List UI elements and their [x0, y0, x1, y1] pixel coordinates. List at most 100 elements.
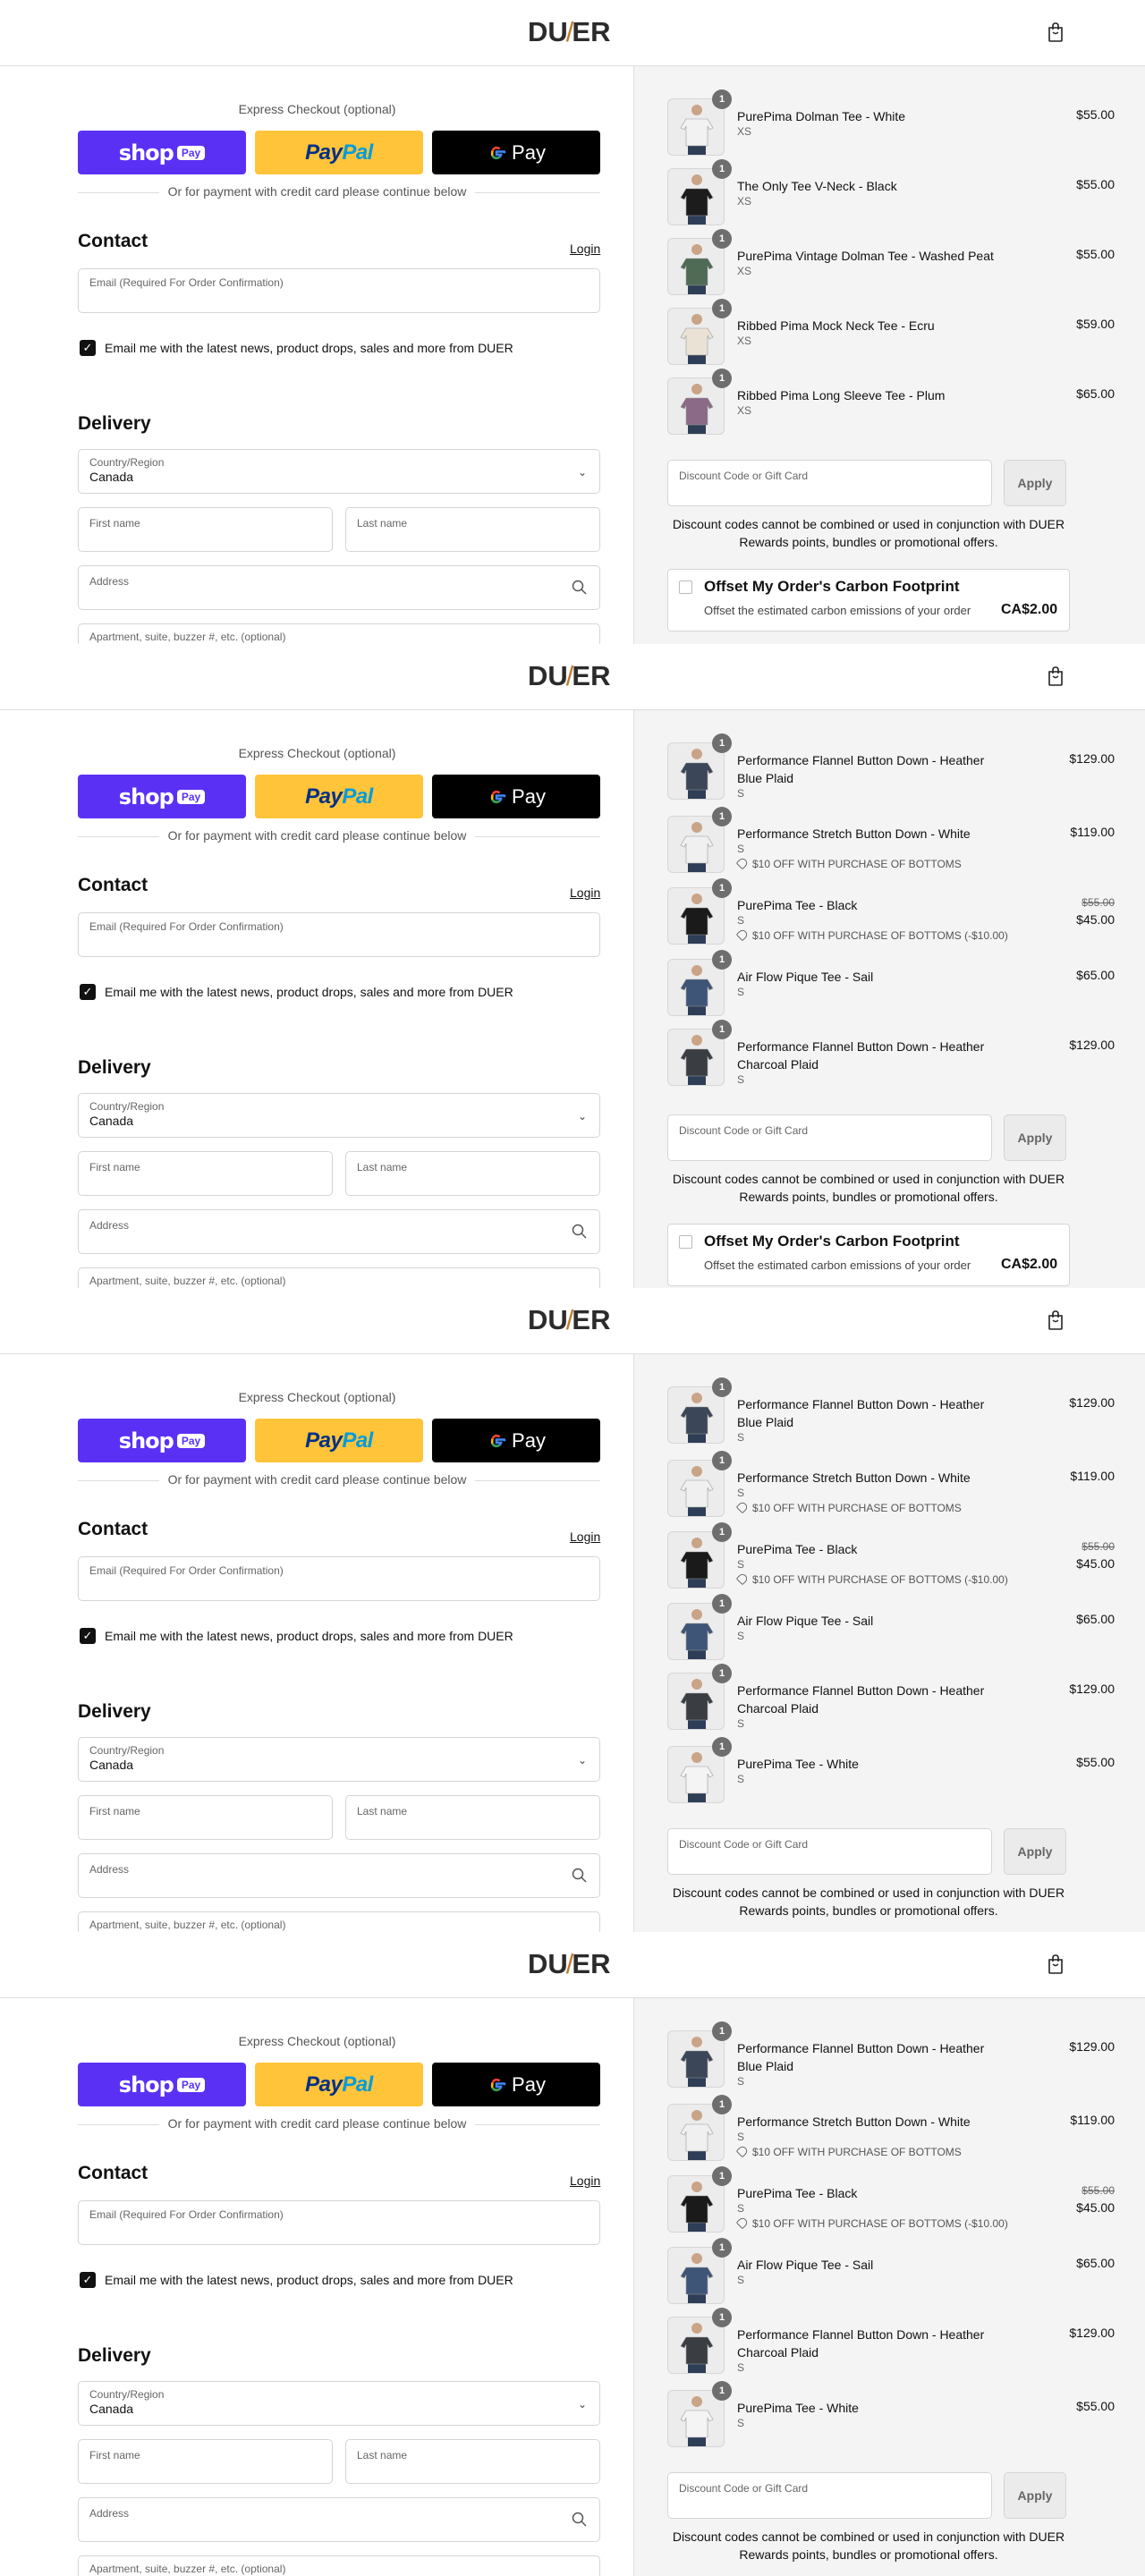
- login-link[interactable]: Login: [570, 2174, 600, 2188]
- country-select[interactable]: Country/Region Canada ⌄: [78, 449, 600, 494]
- country-value: Canada: [89, 1114, 134, 1128]
- shopping-bag-icon[interactable]: [1047, 21, 1064, 43]
- apply-discount-button[interactable]: Apply: [1004, 460, 1066, 506]
- address-field[interactable]: Address: [78, 565, 600, 610]
- apartment-field[interactable]: Apartment, suite, buzzer #, etc. (option…: [78, 1911, 600, 1932]
- newsletter-checkbox[interactable]: ✓: [80, 984, 96, 1000]
- item-price: $129.00: [1069, 1395, 1115, 1410]
- carbon-offset-checkbox[interactable]: [679, 580, 692, 594]
- paypal-wordmark-pal: Pal: [342, 140, 373, 165]
- first-name-field[interactable]: First name: [78, 1795, 333, 1840]
- paypal-button[interactable]: Pay Pal: [255, 775, 423, 818]
- duer-logo[interactable]: DU/ER: [528, 16, 610, 48]
- item-discount: $10 OFF WITH PURCHASE OF BOTTOMS (-$10.0…: [735, 928, 1008, 942]
- shopping-bag-icon[interactable]: [1047, 1309, 1064, 1331]
- apply-discount-button[interactable]: Apply: [1004, 1114, 1066, 1161]
- first-name-field[interactable]: First name: [78, 2439, 333, 2484]
- newsletter-checkbox[interactable]: ✓: [80, 1628, 96, 1644]
- apartment-field[interactable]: Apartment, suite, buzzer #, etc. (option…: [78, 1267, 600, 1288]
- item-variant: S: [737, 1717, 745, 1730]
- shopping-bag-icon[interactable]: [1047, 665, 1064, 687]
- login-link[interactable]: Login: [570, 242, 600, 256]
- paypal-button[interactable]: Pay Pal: [255, 131, 423, 174]
- express-checkout-title: Express Checkout (optional): [238, 102, 396, 116]
- carbon-offset-box[interactable]: Offset My Order's Carbon Footprint Offse…: [667, 1224, 1070, 1286]
- quantity-badge: 1: [712, 950, 732, 970]
- apartment-field[interactable]: Apartment, suite, buzzer #, etc. (option…: [78, 2555, 600, 2576]
- google-pay-button[interactable]: Pay: [432, 775, 600, 818]
- site-header: DU/ER: [0, 1288, 1145, 1354]
- first-name-field[interactable]: First name: [78, 1151, 333, 1196]
- google-pay-button[interactable]: Pay: [432, 131, 600, 174]
- shop-pay-pill: Pay: [176, 2077, 206, 2092]
- discount-code-field[interactable]: Discount Code or Gift Card: [667, 1114, 992, 1161]
- email-field[interactable]: Email (Required For Order Confirmation): [78, 912, 600, 957]
- item-name: PurePima Tee - White: [737, 2401, 859, 2415]
- email-field[interactable]: Email (Required For Order Confirmation): [78, 268, 600, 313]
- country-select[interactable]: Country/Region Canada ⌄: [78, 1737, 600, 1782]
- apply-discount-button[interactable]: Apply: [1004, 2472, 1066, 2519]
- discount-note: Discount codes cannot be combined or use…: [667, 1170, 1070, 1206]
- item-variant: S: [737, 1630, 745, 1642]
- shopping-bag-icon[interactable]: [1047, 1953, 1064, 1975]
- item-variant: S: [737, 787, 745, 800]
- country-select[interactable]: Country/Region Canada ⌄: [78, 1093, 600, 1138]
- shop-pay-pill: Pay: [176, 145, 206, 160]
- newsletter-label: Email me with the latest news, product d…: [105, 341, 513, 355]
- item-variant: XS: [737, 404, 752, 417]
- carbon-offset-description: Offset the estimated carbon emissions of…: [704, 604, 971, 617]
- discount-code-field[interactable]: Discount Code or Gift Card: [667, 2472, 992, 2519]
- google-pay-button[interactable]: Pay: [432, 1419, 600, 1462]
- shop-pay-wordmark: shop: [118, 140, 174, 165]
- quantity-badge: 1: [712, 1664, 732, 1683]
- shop-pay-button[interactable]: shop Pay: [78, 131, 246, 174]
- first-name-placeholder: First name: [89, 517, 140, 530]
- site-header: DU/ER: [0, 0, 1145, 66]
- paypal-button[interactable]: Pay Pal: [255, 1419, 423, 1462]
- login-link[interactable]: Login: [570, 1530, 600, 1544]
- duer-logo[interactable]: DU/ER: [528, 660, 610, 692]
- last-name-field[interactable]: Last name: [345, 2439, 600, 2484]
- discount-code-field[interactable]: Discount Code or Gift Card: [667, 1828, 992, 1875]
- last-name-placeholder: Last name: [357, 1805, 408, 1818]
- address-field[interactable]: Address: [78, 1853, 600, 1898]
- shop-pay-button[interactable]: shop Pay: [78, 1419, 246, 1462]
- newsletter-checkbox[interactable]: ✓: [80, 340, 96, 356]
- country-select[interactable]: Country/Region Canada ⌄: [78, 2381, 600, 2426]
- apartment-placeholder: Apartment, suite, buzzer #, etc. (option…: [89, 2563, 286, 2575]
- discount-code-field[interactable]: Discount Code or Gift Card: [667, 460, 992, 506]
- shop-pay-button[interactable]: shop Pay: [78, 2063, 246, 2106]
- last-name-field[interactable]: Last name: [345, 1795, 600, 1840]
- item-name: Performance Stretch Button Down - White: [737, 1470, 971, 1485]
- apply-discount-button[interactable]: Apply: [1004, 1828, 1066, 1875]
- apartment-placeholder: Apartment, suite, buzzer #, etc. (option…: [89, 1275, 286, 1287]
- paypal-button[interactable]: Pay Pal: [255, 2063, 423, 2106]
- first-name-field[interactable]: First name: [78, 507, 333, 552]
- carbon-offset-price: CA$2.00: [1001, 602, 1058, 617]
- item-name: The Only Tee V-Neck - Black: [737, 179, 897, 193]
- login-link[interactable]: Login: [570, 886, 600, 900]
- address-field[interactable]: Address: [78, 2497, 600, 2542]
- express-divider-text-wrap: Or for payment with credit card please c…: [0, 828, 633, 843]
- item-original-price: $55.00: [1081, 1540, 1115, 1553]
- item-variant: S: [737, 2274, 745, 2286]
- chevron-down-icon: ⌄: [577, 466, 587, 479]
- carbon-offset-box[interactable]: Offset My Order's Carbon Footprint Offse…: [667, 569, 1070, 631]
- delivery-heading: Delivery: [78, 413, 151, 434]
- newsletter-checkbox[interactable]: ✓: [80, 2272, 96, 2288]
- carbon-offset-title: Offset My Order's Carbon Footprint: [704, 1233, 960, 1250]
- shop-pay-button[interactable]: shop Pay: [78, 775, 246, 818]
- google-pay-button[interactable]: Pay: [432, 2063, 600, 2106]
- quantity-badge: 1: [712, 299, 732, 318]
- last-name-field[interactable]: Last name: [345, 1151, 600, 1196]
- email-field[interactable]: Email (Required For Order Confirmation): [78, 1556, 600, 1601]
- quantity-badge: 1: [712, 1522, 732, 1542]
- duer-logo[interactable]: DU/ER: [528, 1304, 610, 1336]
- email-field[interactable]: Email (Required For Order Confirmation): [78, 2200, 600, 2245]
- apartment-field[interactable]: Apartment, suite, buzzer #, etc. (option…: [78, 623, 600, 644]
- logo-text-right: ER: [572, 1948, 611, 1979]
- last-name-field[interactable]: Last name: [345, 507, 600, 552]
- carbon-offset-checkbox[interactable]: [679, 1235, 692, 1249]
- address-field[interactable]: Address: [78, 1209, 600, 1254]
- duer-logo[interactable]: DU/ER: [528, 1948, 610, 1980]
